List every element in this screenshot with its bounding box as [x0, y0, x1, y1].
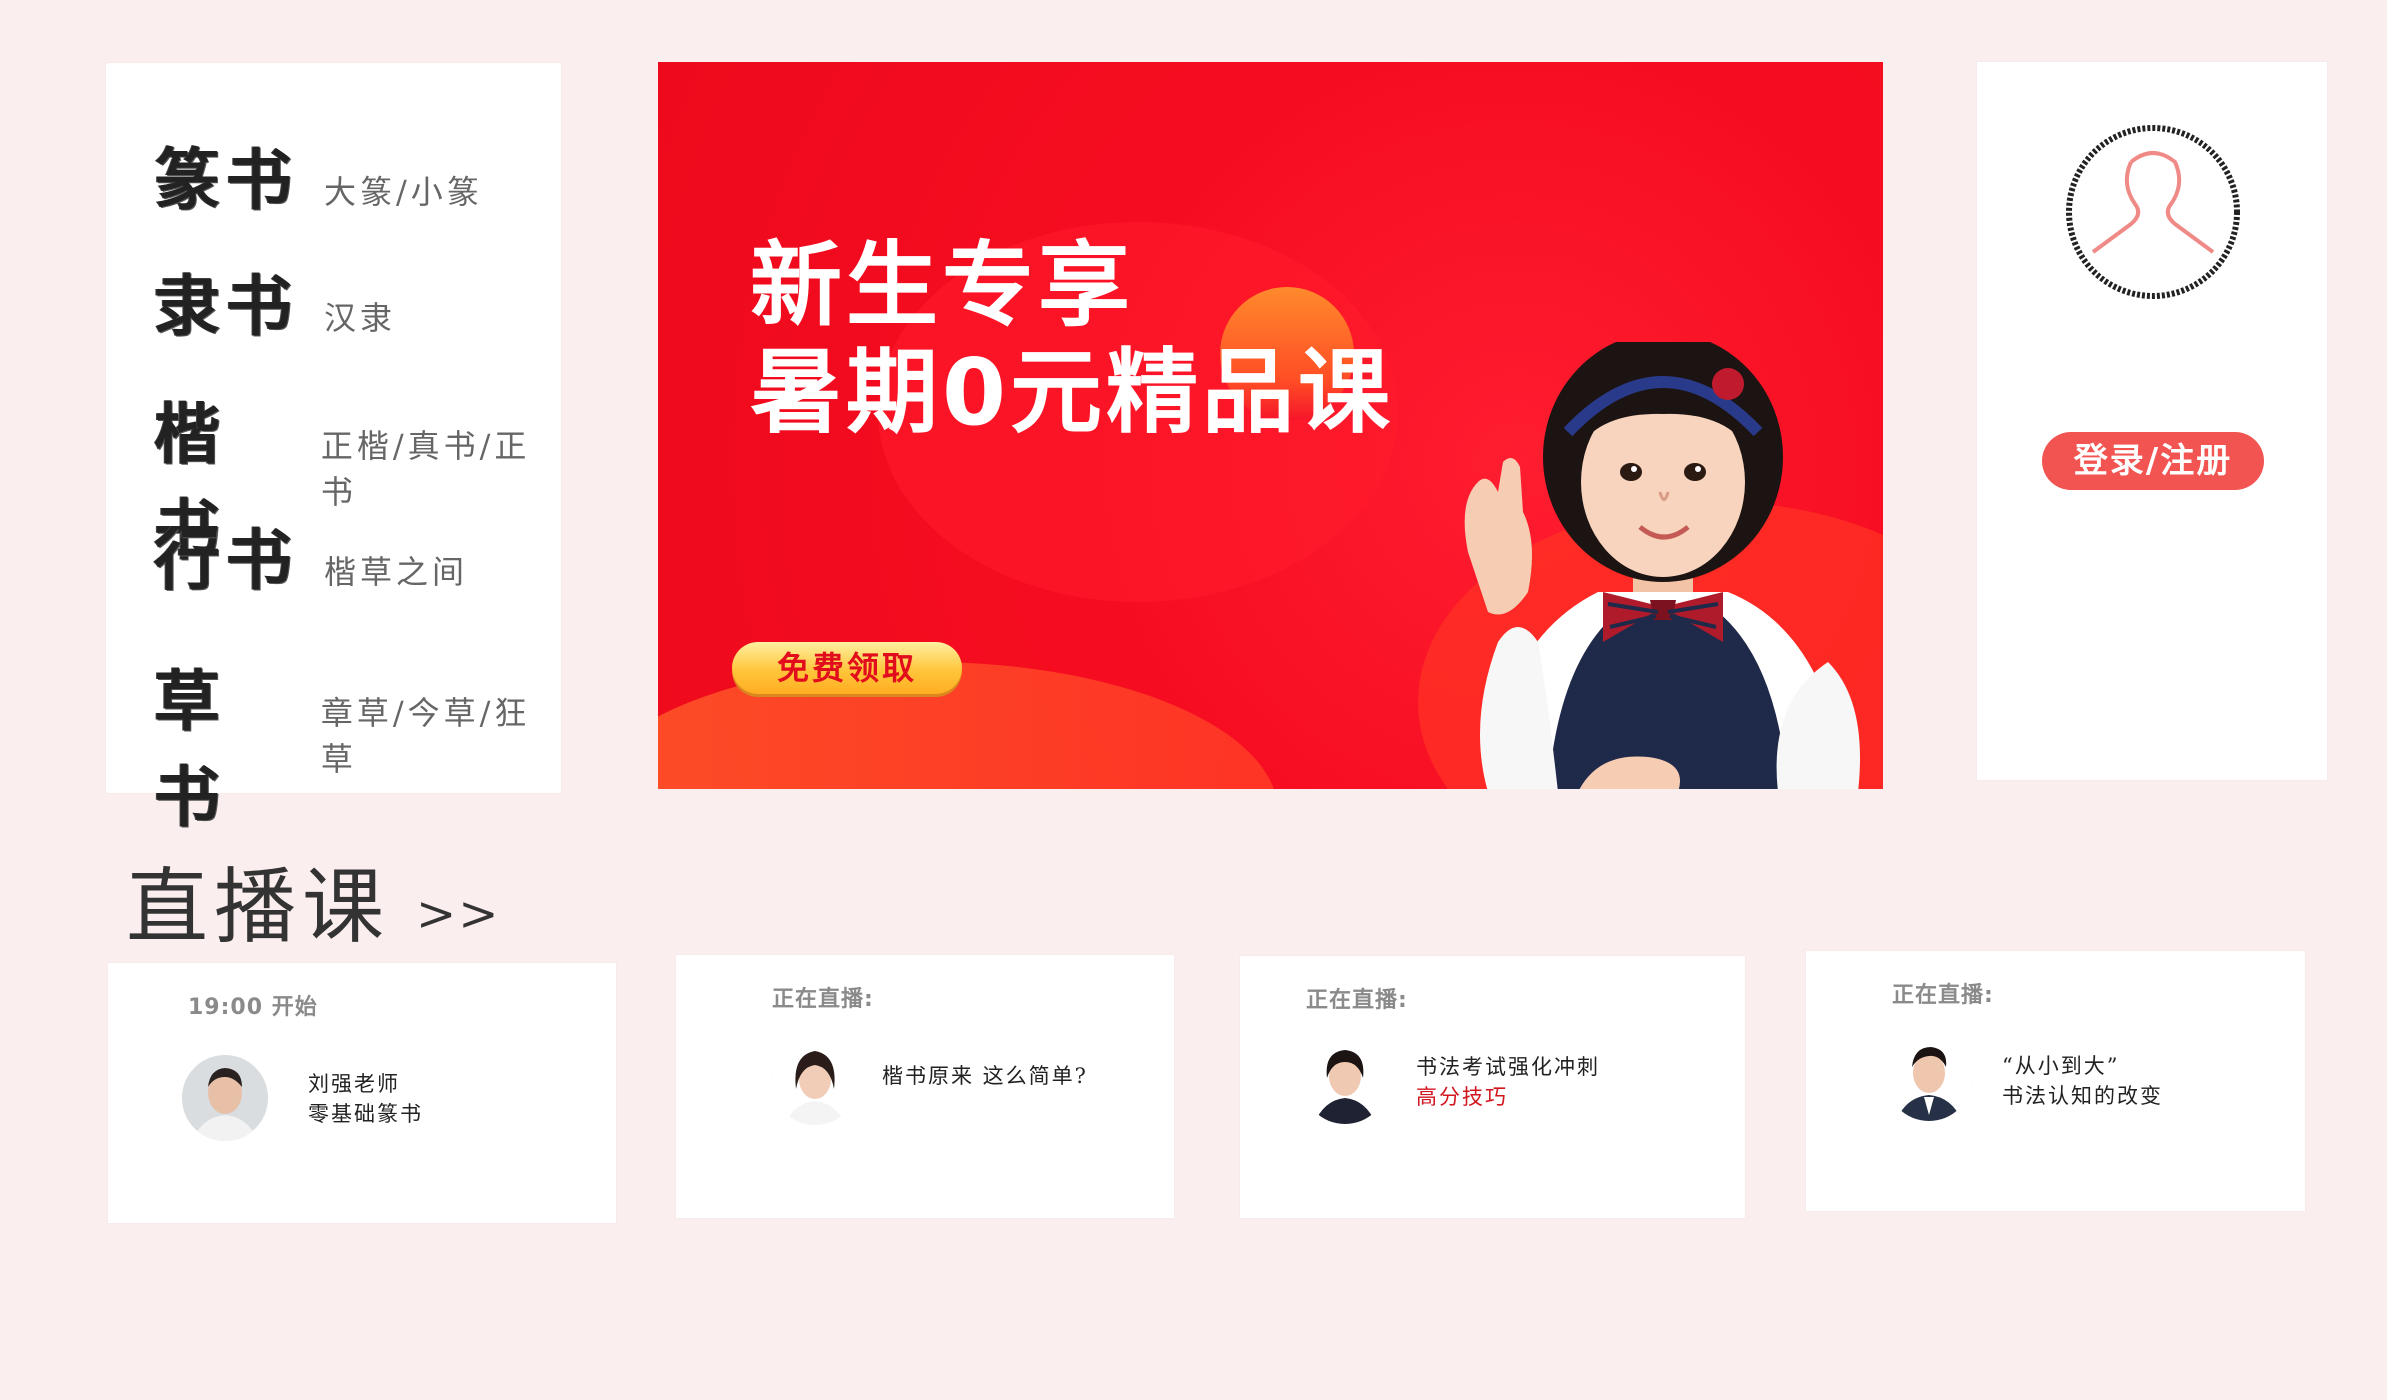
live-class-description: 刘强老师 零基础篆书	[308, 1069, 423, 1129]
teacher-avatar-image	[1302, 1038, 1388, 1124]
live-class-description: 楷书原来 这么简单?	[882, 1061, 1088, 1091]
user-icon[interactable]	[2063, 122, 2243, 302]
category-subtitle: 大篆/小篆	[324, 173, 483, 211]
category-subtitle: 楷草之间	[324, 553, 469, 591]
live-class-card[interactable]: 正在直播: “从小到大” 书法认知的改变	[1806, 951, 2305, 1211]
teacher-avatar	[1886, 1035, 1972, 1121]
login-card: 登录/注册	[1977, 62, 2327, 780]
class-title: 零基础篆书	[308, 1102, 423, 1126]
free-claim-button[interactable]: 免费领取	[732, 642, 962, 694]
live-class-card[interactable]: 正在直播: 楷书原来 这么简单?	[676, 955, 1174, 1218]
category-name: 草书	[154, 662, 226, 836]
teacher-avatar-image	[1886, 1035, 1972, 1121]
live-status-label: 正在直播:	[772, 987, 874, 1012]
category-item-seal-script[interactable]: 篆书 大篆/小篆	[154, 127, 483, 223]
live-class-card[interactable]: 19:00 开始 刘强老师 零基础篆书	[108, 963, 616, 1223]
category-subtitle: 正楷/真书/正书	[320, 427, 531, 511]
class-title: 书法考试强化冲刺	[1416, 1055, 1600, 1079]
calligraphy-category-card: 篆书 大篆/小篆 隶书 汉隶 楷书 正楷/真书/正书 行书 楷草之间 草书 章草…	[106, 63, 561, 836]
category-subtitle: 章草/今草/狂草	[320, 694, 531, 778]
live-class-section-title[interactable]: 直播课 >>	[126, 840, 500, 959]
category-item-running-script[interactable]: 行书 楷草之间	[154, 507, 468, 603]
teacher-name: 刘强老师	[308, 1072, 400, 1096]
teacher-avatar-image	[182, 1055, 268, 1141]
banner-title-line2: 暑期0元精品课	[750, 339, 1395, 446]
category-name: 篆书	[154, 141, 298, 219]
more-arrow-icon[interactable]: >>	[416, 886, 500, 942]
class-subtitle: 高分技巧	[1416, 1085, 1508, 1109]
live-class-description: “从小到大” 书法认知的改变	[2002, 1051, 2163, 1111]
login-register-button[interactable]: 登录/注册	[2042, 432, 2264, 490]
live-class-card[interactable]: 正在直播: 书法考试强化冲刺 高分技巧	[1240, 956, 1745, 1218]
category-item-cursive-script[interactable]: 草书 章草/今草/狂草	[154, 648, 561, 840]
class-title: 楷书原来 这么简单?	[882, 1064, 1088, 1088]
section-title-text: 直播课	[126, 860, 391, 955]
student-girl-image	[1464, 342, 1860, 789]
live-status-label: 正在直播:	[1892, 983, 1994, 1008]
teacher-avatar	[1302, 1038, 1388, 1124]
category-name: 行书	[154, 521, 298, 599]
category-subtitle: 汉隶	[324, 299, 397, 337]
teacher-avatar	[772, 1039, 858, 1125]
live-status-label: 正在直播:	[1306, 988, 1408, 1013]
category-name: 隶书	[154, 267, 298, 345]
class-subtitle: 书法认知的改变	[2002, 1084, 2163, 1108]
class-title: “从小到大”	[2002, 1054, 2120, 1078]
banner-title-line1: 新生专享	[750, 232, 1135, 339]
category-item-clerical-script[interactable]: 隶书 汉隶	[154, 253, 396, 349]
teacher-avatar	[182, 1055, 268, 1141]
live-status-label: 19:00 开始	[188, 995, 318, 1020]
teacher-avatar-image	[772, 1039, 858, 1125]
live-class-description: 书法考试强化冲刺 高分技巧	[1416, 1052, 1600, 1112]
promo-banner[interactable]: 新生专享 暑期0元精品课 免费领取	[658, 62, 1883, 789]
